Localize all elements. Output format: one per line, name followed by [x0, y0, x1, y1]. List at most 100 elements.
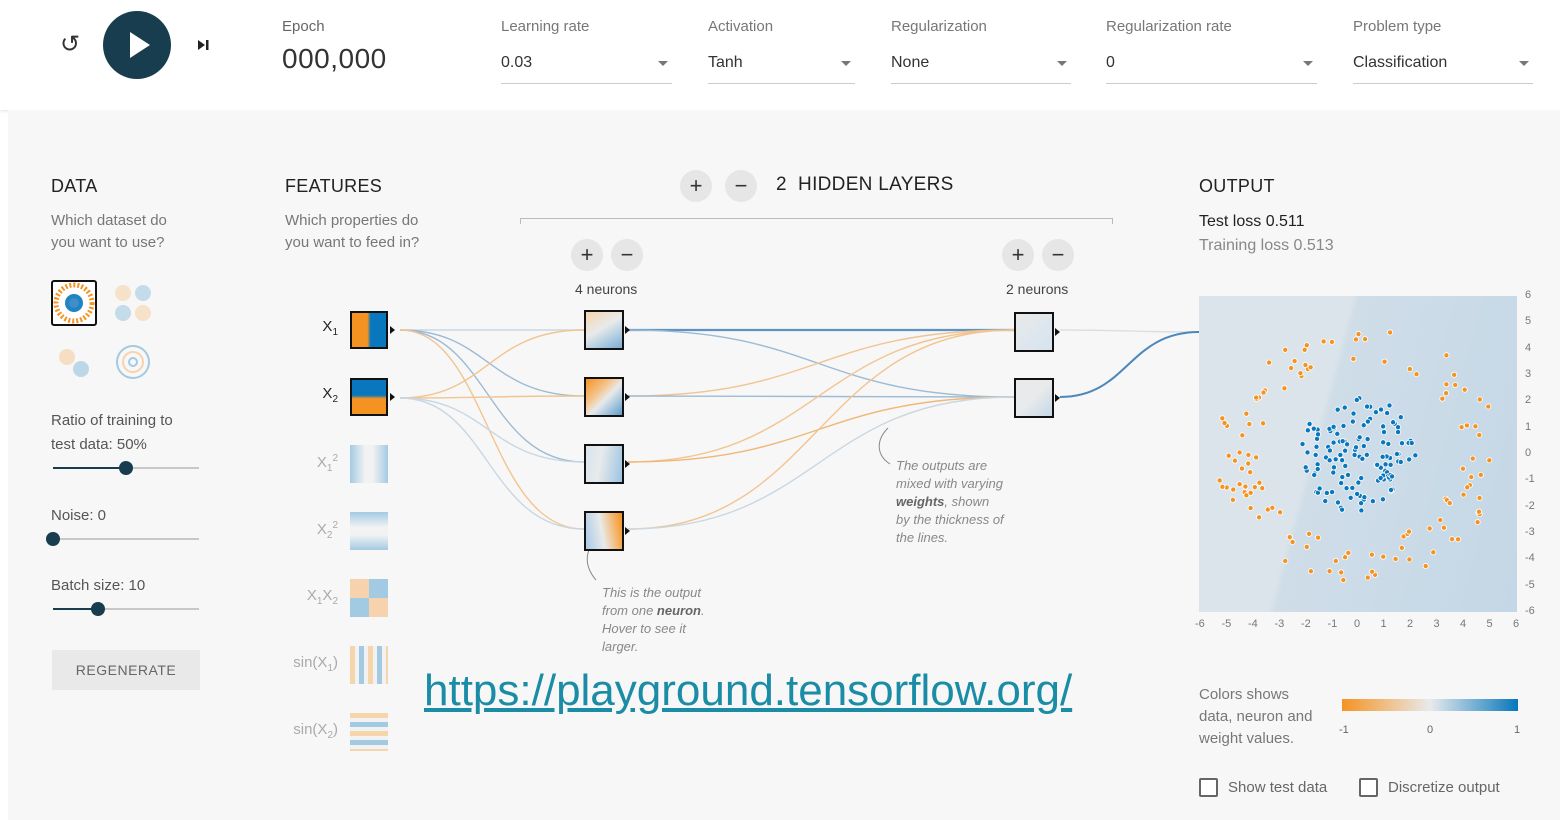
- noise-slider[interactable]: [46, 532, 199, 546]
- dataset-gaussian-option[interactable]: [51, 339, 97, 385]
- x-axis-tick: -1: [1327, 618, 1338, 630]
- reset-icon[interactable]: ↺: [56, 30, 84, 58]
- remove-neuron-layer2-button[interactable]: −: [1042, 239, 1074, 271]
- annotation-line: weights, shown: [896, 493, 1004, 511]
- data-point: [1347, 494, 1354, 501]
- data-point: [1302, 361, 1309, 368]
- noise-slider-thumb[interactable]: [46, 532, 60, 546]
- feature-x1[interactable]: [350, 311, 388, 349]
- neuron-layer2-1[interactable]: [1014, 312, 1054, 352]
- weight-line[interactable]: [1059, 331, 1200, 398]
- data-point: [1304, 449, 1311, 456]
- weight-line[interactable]: [399, 329, 585, 399]
- activation-label: Activation: [708, 18, 774, 35]
- weight-line[interactable]: [627, 395, 1015, 398]
- output-port: [625, 460, 630, 468]
- data-point: [1216, 477, 1223, 484]
- regularization-select[interactable]: None: [891, 54, 1071, 84]
- feature-x1-squared[interactable]: [350, 445, 388, 483]
- regularization-rate-select[interactable]: 0: [1106, 54, 1317, 84]
- weight-line[interactable]: [399, 329, 585, 530]
- weight-line[interactable]: [399, 397, 585, 530]
- weight-line[interactable]: [399, 397, 585, 463]
- neuron-layer2-2[interactable]: [1014, 378, 1054, 418]
- data-point: [1304, 427, 1311, 434]
- problem-type-select[interactable]: Classification: [1353, 54, 1533, 84]
- neuron-annotation: This is the output from one neuron. Hove…: [602, 584, 705, 656]
- checkbox-box[interactable]: [1359, 778, 1378, 797]
- training-loss: Training loss 0.513: [1199, 237, 1334, 254]
- dataset-xor-option[interactable]: [110, 280, 156, 326]
- data-point: [1339, 438, 1346, 445]
- data-point: [1238, 465, 1245, 472]
- dataset-spiral-option[interactable]: [110, 339, 156, 385]
- feature-x1x2[interactable]: [350, 579, 388, 617]
- annotation-line: the lines.: [896, 530, 949, 545]
- feature-sin-x2[interactable]: [350, 713, 388, 751]
- weight-line[interactable]: [1059, 329, 1200, 333]
- data-point: [1230, 486, 1237, 493]
- add-neuron-layer2-button[interactable]: +: [1002, 239, 1034, 271]
- data-point: [1282, 346, 1289, 353]
- data-point: [1246, 421, 1253, 428]
- data-point: [1352, 336, 1359, 343]
- batch-size-slider-thumb[interactable]: [91, 602, 105, 616]
- chevron-down-icon: [1303, 61, 1313, 66]
- output-heatmap[interactable]: [1199, 296, 1517, 612]
- x-axis-tick: -3: [1274, 618, 1285, 630]
- playground-url-link[interactable]: https://playground.tensorflow.org/: [424, 666, 1072, 716]
- dataset-circle-option[interactable]: [51, 280, 97, 326]
- feature-sin-x1[interactable]: [350, 646, 388, 684]
- data-point: [1476, 495, 1483, 502]
- neuron-layer1-4[interactable]: [584, 511, 624, 551]
- data-point: [1253, 454, 1260, 461]
- batch-size-slider[interactable]: [53, 602, 199, 616]
- feature-x2[interactable]: [350, 378, 388, 416]
- show-test-data-checkbox[interactable]: Show test data: [1199, 778, 1327, 797]
- annotation-bold: weights: [896, 494, 945, 509]
- activation-select[interactable]: Tanh: [708, 54, 855, 84]
- data-point: [1368, 551, 1375, 558]
- data-point: [1406, 528, 1413, 535]
- weight-line[interactable]: [399, 329, 585, 397]
- weight-line[interactable]: [627, 396, 1015, 463]
- x-axis-tick: -5: [1221, 618, 1232, 630]
- step-icon[interactable]: [192, 34, 214, 56]
- regenerate-button[interactable]: REGENERATE: [52, 650, 200, 690]
- data-point: [1340, 422, 1347, 429]
- add-neuron-layer1-button[interactable]: +: [571, 239, 603, 271]
- y-axis-tick: -1: [1525, 473, 1535, 486]
- x-axis-tick: 4: [1460, 618, 1467, 630]
- data-point: [1408, 440, 1415, 447]
- data-point: [1253, 394, 1260, 401]
- data-point: [1353, 444, 1360, 451]
- batch-size-label: Batch size: 10: [51, 577, 146, 594]
- remove-neuron-layer1-button[interactable]: −: [611, 239, 643, 271]
- play-button[interactable]: [103, 11, 171, 79]
- regularization-rate-label: Regularization rate: [1106, 18, 1232, 35]
- discretize-output-checkbox[interactable]: Discretize output: [1359, 778, 1500, 797]
- weight-line[interactable]: [627, 329, 1015, 397]
- data-subtitle-line1: Which dataset do: [51, 212, 167, 229]
- add-layer-button[interactable]: +: [680, 170, 712, 202]
- weights-annotation: The outputs are mixed with varying weigh…: [896, 457, 1004, 547]
- feature-x2-squared[interactable]: [350, 512, 388, 550]
- checkbox-box[interactable]: [1199, 778, 1218, 797]
- ratio-slider-thumb[interactable]: [119, 461, 133, 475]
- neuron-layer1-3[interactable]: [584, 444, 624, 484]
- neuron-layer1-2[interactable]: [584, 377, 624, 417]
- neuron-layer1-1[interactable]: [584, 310, 624, 350]
- weight-line[interactable]: [627, 329, 1015, 398]
- learning-rate-select[interactable]: 0.03: [501, 54, 672, 84]
- data-point: [1437, 517, 1444, 524]
- data-point: [1395, 424, 1402, 431]
- data-point: [1350, 410, 1357, 417]
- weight-line[interactable]: [399, 395, 585, 399]
- data-point: [1398, 440, 1405, 447]
- ratio-slider[interactable]: [53, 461, 199, 475]
- data-point: [1332, 557, 1339, 564]
- data-point: [1361, 494, 1368, 501]
- data-point: [1374, 461, 1381, 468]
- data-point: [1338, 480, 1345, 487]
- remove-layer-button[interactable]: −: [725, 170, 757, 202]
